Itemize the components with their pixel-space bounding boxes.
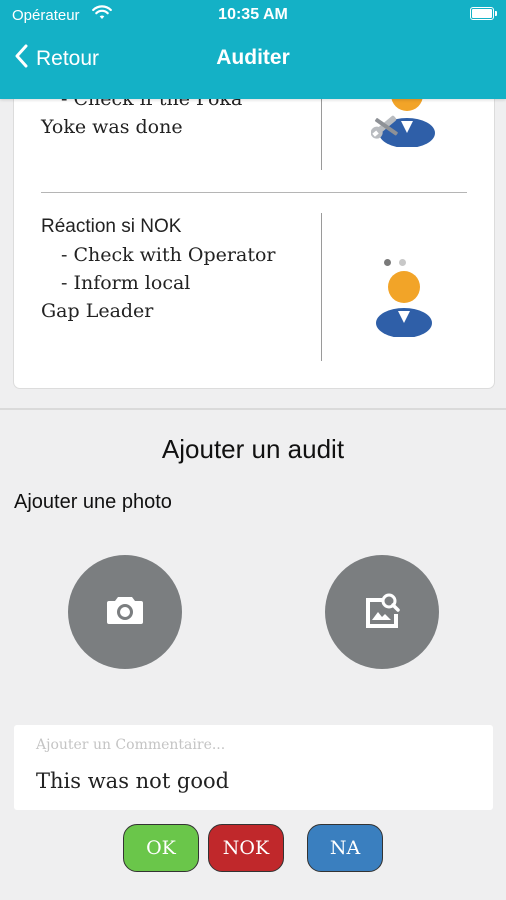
gallery-button[interactable]: [325, 555, 439, 669]
take-photo-button[interactable]: [68, 555, 182, 669]
comment-value[interactable]: This was not good: [36, 769, 229, 793]
reaction-heading: Réaction si NOK: [41, 216, 182, 237]
user-icon: [371, 267, 437, 342]
battery-icon: [470, 7, 497, 20]
na-button[interactable]: NA: [307, 824, 383, 872]
reaction-line: - Inform local: [61, 272, 191, 294]
comment-field[interactable]: Ajouter un Commentaire... This was not g…: [14, 725, 493, 810]
reaction-line: - Check with Operator: [61, 244, 276, 266]
ok-button[interactable]: OK: [123, 824, 199, 872]
image-search-icon: [362, 590, 402, 635]
page-dot: [399, 259, 406, 266]
comment-placeholder: Ajouter un Commentaire...: [36, 737, 226, 753]
section-title: Ajouter un audit: [161, 434, 345, 464]
section-divider: [0, 408, 506, 410]
camera-icon: [106, 594, 144, 631]
reaction-text: Réaction si NOK - Check with Operator - …: [41, 213, 311, 325]
photo-label: Ajouter une photo: [14, 491, 172, 513]
row-divider: [321, 213, 322, 361]
reaction-line: Gap Leader: [41, 300, 154, 322]
page-dot-active: [384, 259, 391, 266]
row-separator: [41, 192, 467, 193]
status-bar: Opérateur 10:35 AM: [0, 0, 506, 32]
instruction-line: Yoke was done: [41, 116, 183, 138]
instruction-card: - Check if the Poka Yoke was done Réacti…: [13, 70, 495, 389]
nok-button[interactable]: NOK: [208, 824, 284, 872]
nav-header: Opérateur 10:35 AM Retour Auditer: [0, 0, 506, 99]
page-title: Auditer: [216, 46, 290, 69]
clock: 10:35 AM: [218, 6, 288, 23]
